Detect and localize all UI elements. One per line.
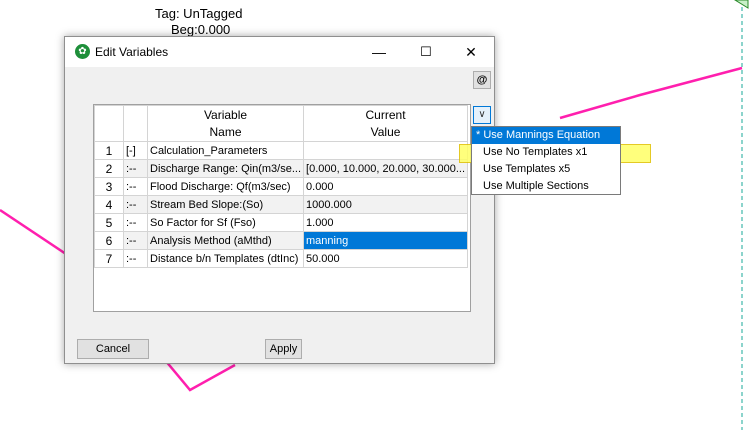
value-cell[interactable]: [0.000, 10.000, 20.000, 30.000...: [303, 159, 469, 178]
row-number: 3: [94, 177, 124, 196]
triangle-marker-icon: [734, 0, 749, 9]
analysis-method-dropdown: * Use Mannings Equation Use No Templates…: [471, 126, 621, 195]
edit-variables-dialog: ✿ Edit Variables — ✕ @ Variable Name Cur…: [64, 36, 495, 364]
table-row[interactable]: 2 :-- Discharge Range: Qin(m3/se... [0.0…: [94, 159, 469, 178]
value-cell[interactable]: 50.000: [303, 249, 469, 268]
app-leaf-icon: ✿: [75, 44, 90, 59]
corner-cell: [94, 105, 124, 142]
value-cell[interactable]: [303, 141, 469, 160]
tree-prefix: :--: [123, 159, 148, 178]
prefix-header: [123, 105, 148, 142]
table-row[interactable]: 3 :-- Flood Discharge: Qf(m3/sec) 0.000: [94, 177, 469, 196]
table-row[interactable]: 5 :-- So Factor for Sf (Fso) 1.000: [94, 213, 469, 232]
variable-header-line1: Variable: [203, 107, 248, 122]
tree-toggle[interactable]: [-]: [123, 141, 148, 160]
table-row[interactable]: 6 :-- Analysis Method (aMthd) manning: [94, 231, 469, 250]
variable-header-line2: Name: [209, 124, 242, 139]
profile-line-right: [559, 66, 743, 120]
row-number: 4: [94, 195, 124, 214]
row-number: 7: [94, 249, 124, 268]
row-number: 6: [94, 231, 124, 250]
variables-grid: Variable Name Current Value 1 [-] Calcul…: [93, 104, 471, 312]
variable-name-cell[interactable]: Calculation_Parameters: [146, 141, 305, 160]
tree-prefix: :--: [123, 249, 148, 268]
variable-name-cell[interactable]: Analysis Method (aMthd): [146, 231, 305, 250]
table-row[interactable]: 7 :-- Distance b/n Templates (dtInc) 50.…: [94, 249, 469, 268]
maximize-button[interactable]: ☐: [403, 37, 449, 67]
tree-prefix: :--: [123, 177, 148, 196]
value-header-line1: Current: [365, 107, 406, 122]
tree-prefix: :--: [123, 213, 148, 232]
variable-name-cell[interactable]: Discharge Range: Qin(m3/se...: [146, 159, 305, 178]
row-number: 1: [94, 141, 124, 160]
chevron-down-icon[interactable]: ∨: [473, 106, 491, 124]
table-row[interactable]: 4 :-- Stream Bed Slope:(So) 1000.000: [94, 195, 469, 214]
row-number: 5: [94, 213, 124, 232]
variable-name-cell[interactable]: Distance b/n Templates (dtInc): [146, 249, 305, 268]
close-button[interactable]: ✕: [448, 37, 494, 67]
apply-button[interactable]: Apply: [265, 339, 302, 359]
current-value-header[interactable]: Current Value: [303, 105, 469, 142]
tree-prefix: :--: [123, 231, 148, 250]
value-cell-selected[interactable]: manning: [303, 231, 469, 250]
value-cell[interactable]: 1.000: [303, 213, 469, 232]
table-row[interactable]: 1 [-] Calculation_Parameters: [94, 141, 469, 160]
cancel-button[interactable]: Cancel: [77, 339, 149, 359]
minimize-icon-area: [356, 37, 402, 67]
row-number: 2: [94, 159, 124, 178]
variable-name-cell[interactable]: Flood Discharge: Qf(m3/sec): [146, 177, 305, 196]
dropdown-option-templates-x5[interactable]: Use Templates x5: [472, 161, 620, 178]
at-button[interactable]: @: [473, 71, 491, 89]
tag-label: Tag: UnTagged: [155, 6, 243, 21]
value-cell[interactable]: 0.000: [303, 177, 469, 196]
dropdown-option-multiple-sections[interactable]: Use Multiple Sections: [472, 178, 620, 195]
beg-label: Beg:0.000: [171, 22, 231, 37]
variable-name-cell[interactable]: Stream Bed Slope:(So): [146, 195, 305, 214]
variables-table: Variable Name Current Value 1 [-] Calcul…: [94, 105, 469, 268]
value-cell[interactable]: 1000.000: [303, 195, 469, 214]
value-header-line2: Value: [370, 124, 401, 139]
variable-name-header[interactable]: Variable Name: [146, 105, 305, 142]
variable-name-cell[interactable]: So Factor for Sf (Fso): [146, 213, 305, 232]
tree-prefix: :--: [123, 195, 148, 214]
grid-header-row: Variable Name Current Value: [94, 105, 469, 142]
dropdown-option-no-templates[interactable]: Use No Templates x1: [472, 144, 620, 161]
dropdown-option-mannings[interactable]: * Use Mannings Equation: [472, 127, 620, 144]
dialog-title: Edit Variables: [95, 45, 169, 59]
